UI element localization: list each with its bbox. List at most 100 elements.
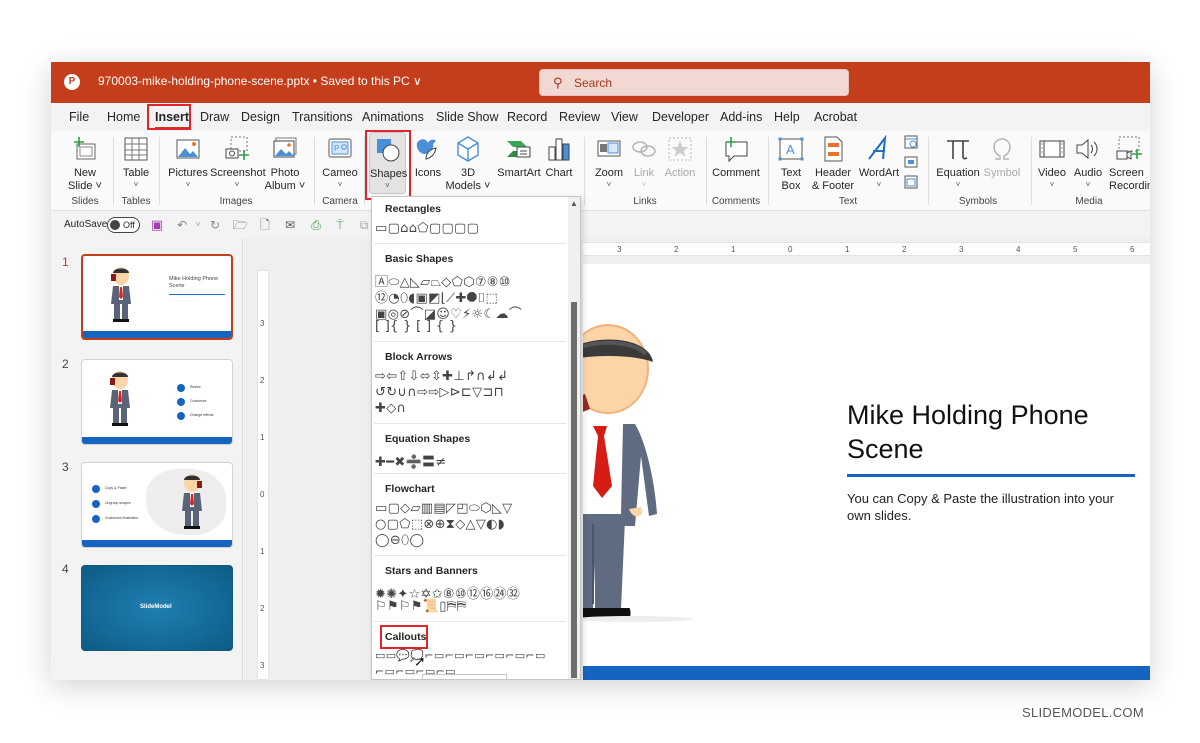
screenshot-button[interactable]: Screenshot ˅: [210, 135, 266, 190]
ruler-tick-label: 3: [260, 319, 265, 328]
ruler-tick-label: 3: [959, 245, 964, 254]
tab-draw[interactable]: Draw: [200, 110, 229, 124]
symbol-button[interactable]: Symbol: [983, 135, 1021, 180]
tab-design[interactable]: Design: [241, 110, 280, 124]
autosave-toggle[interactable]: Off: [107, 217, 140, 233]
group-separator: [364, 137, 365, 205]
section-title: Block Arrows: [385, 351, 453, 363]
undo-icon[interactable]: ↶: [175, 218, 189, 232]
shapes-button[interactable]: Shapes ˅: [369, 132, 407, 194]
text-box-button[interactable]: A Text Box: [773, 135, 809, 193]
tab-add-ins[interactable]: Add-ins: [720, 110, 762, 124]
search-box[interactable]: ⚲: [539, 69, 849, 96]
redo-icon[interactable]: ↻: [208, 218, 222, 232]
document-title[interactable]: 970003-mike-holding-phone-scene.pptx • S…: [98, 74, 422, 88]
object-icon[interactable]: [904, 175, 918, 189]
slide-number-icon[interactable]: [904, 155, 918, 169]
shape-row[interactable]: ⚐⚑⚐⚑📜▯⛿⛿: [375, 599, 466, 614]
present-icon[interactable]: ⍑: [333, 218, 347, 232]
powerpoint-logo-icon: P: [64, 74, 80, 90]
tab-transitions[interactable]: Transitions: [292, 110, 353, 124]
undo-dropdown-icon[interactable]: ˅: [191, 218, 205, 232]
header-footer-button[interactable]: Header & Footer: [809, 135, 857, 193]
tab-help[interactable]: Help: [774, 110, 800, 124]
tab-review[interactable]: Review: [559, 110, 600, 124]
ruler-tick-label: 2: [260, 376, 265, 385]
video-button[interactable]: Video ˅: [1035, 135, 1069, 190]
slide-thumbnail-3[interactable]: Copy & Paste Ungroup shapes Customize il…: [81, 462, 233, 548]
icons-button[interactable]: Icons: [411, 135, 445, 180]
group-separator: [768, 137, 769, 205]
shape-row[interactable]: [ ]{ } [ ] { }: [375, 319, 457, 334]
new-slide-button[interactable]: New Slide ˅: [63, 135, 107, 193]
date-time-icon[interactable]: [904, 135, 918, 149]
slide-thumbnail-4[interactable]: SlideModel: [81, 565, 233, 651]
shape-row[interactable]: ○▢⬠⬚⊗⊕⧗◇△▽◐◗: [375, 517, 505, 532]
tab-record[interactable]: Record: [507, 110, 547, 124]
shape-row[interactable]: ✚◇∩: [375, 401, 406, 416]
tab-animations[interactable]: Animations: [362, 110, 424, 124]
shape-row[interactable]: ▭▢⌂⌂⬠▢▢▢▢: [375, 221, 479, 236]
save-icon[interactable]: ▣: [150, 218, 164, 232]
shapes-icon: [376, 139, 399, 162]
tab-file[interactable]: File: [69, 110, 89, 124]
symbol-icon: [993, 138, 1011, 160]
shape-row[interactable]: ↺↻∪∩⇨⇨▷⊳⊏▽⊐⊓: [375, 385, 504, 400]
scroll-thumb[interactable]: [571, 302, 577, 678]
pictures-button[interactable]: Pictures ˅: [165, 135, 211, 190]
slide-subtitle[interactable]: You can Copy & Paste the illustration in…: [847, 490, 1137, 524]
chart-button[interactable]: Chart: [543, 135, 575, 180]
section-title: Rectangles: [385, 203, 442, 215]
thumb-bullet-text: Ungroup shapes: [105, 501, 131, 505]
tab-developer[interactable]: Developer: [652, 110, 709, 124]
3d-models-button[interactable]: 3D Models ˅: [445, 135, 491, 193]
group-separator: [1031, 137, 1032, 205]
audio-button[interactable]: Audio ˅: [1071, 135, 1105, 190]
search-icon: ⚲: [553, 75, 563, 90]
equation-button[interactable]: Equation ˅: [933, 135, 983, 190]
smartart-button[interactable]: SmartArt: [495, 135, 543, 180]
tab-insert[interactable]: Insert: [155, 110, 190, 129]
wordart-button[interactable]: WordArt ˅: [857, 135, 901, 190]
zoom-button[interactable]: Zoom ˅: [591, 135, 627, 190]
thumb-bullet-text: Change effects: [190, 413, 214, 417]
slide-title[interactable]: Mike Holding Phone Scene: [847, 398, 1137, 466]
tab-view[interactable]: View: [611, 110, 638, 124]
action-button[interactable]: Action: [661, 135, 699, 180]
tab-acrobat[interactable]: Acrobat: [814, 110, 857, 124]
video-icon: [1039, 140, 1065, 158]
scroll-up-arrow-icon[interactable]: ▲: [570, 199, 578, 208]
slide-number: 1: [62, 255, 69, 269]
new-file-icon[interactable]: 🗋: [258, 218, 272, 232]
cameo-button[interactable]: P Cameo ˅: [319, 135, 361, 190]
slide-canvas[interactable]: Mike Holding Phone Scene You can Copy & …: [583, 264, 1150, 680]
group-label-text: Text: [838, 196, 858, 207]
slide-thumbnail-1[interactable]: Mike Holding Phone Scene ···············…: [81, 254, 233, 340]
shapes-scrollbar[interactable]: ▲: [568, 197, 580, 679]
shape-row[interactable]: ⇨⇦⇧⇩⬄⇳✚⊥↱∩↲↲: [375, 369, 508, 384]
mike-illustration[interactable]: [583, 324, 693, 624]
tab-home[interactable]: Home: [107, 110, 140, 124]
photo-album-button[interactable]: Photo Album ˅: [263, 135, 307, 193]
autosave-label: AutoSave: [64, 219, 108, 230]
shape-row[interactable]: ▭▢◇▱▥▤◸◰⬭⬡◺▽: [375, 501, 512, 516]
screen-recording-button[interactable]: ScreenRecording: [1109, 135, 1150, 193]
table-button[interactable]: Table ˅: [117, 135, 155, 190]
slide-thumbnail-2[interactable]: Resize Customize Change effects: [81, 359, 233, 445]
icons-icon: [416, 139, 437, 160]
ruler-tick-label: 0: [788, 245, 793, 254]
shape-row[interactable]: ▭▭💬💭⌐▭⌐▭⌐▭⌐▭⌐▭⌐▭: [375, 649, 546, 662]
group-label-comments: Comments: [711, 196, 761, 207]
thumb-bullet-icon: [92, 500, 100, 508]
print-icon[interactable]: ⎙: [309, 218, 323, 232]
comment-button[interactable]: Comment: [711, 135, 761, 180]
search-input[interactable]: [574, 74, 834, 92]
email-icon[interactable]: ✉: [283, 218, 297, 232]
open-icon[interactable]: 🗁: [233, 218, 248, 232]
tab-slide-show[interactable]: Slide Show: [436, 110, 499, 124]
shape-row[interactable]: ✚━✖➗〓≠: [375, 451, 447, 470]
more-icon[interactable]: ⧉: [357, 218, 371, 232]
shape-row[interactable]: ◯⊖⬯◯: [375, 533, 424, 548]
action-icon: [668, 137, 692, 161]
link-button[interactable]: Link ˅: [629, 135, 659, 190]
